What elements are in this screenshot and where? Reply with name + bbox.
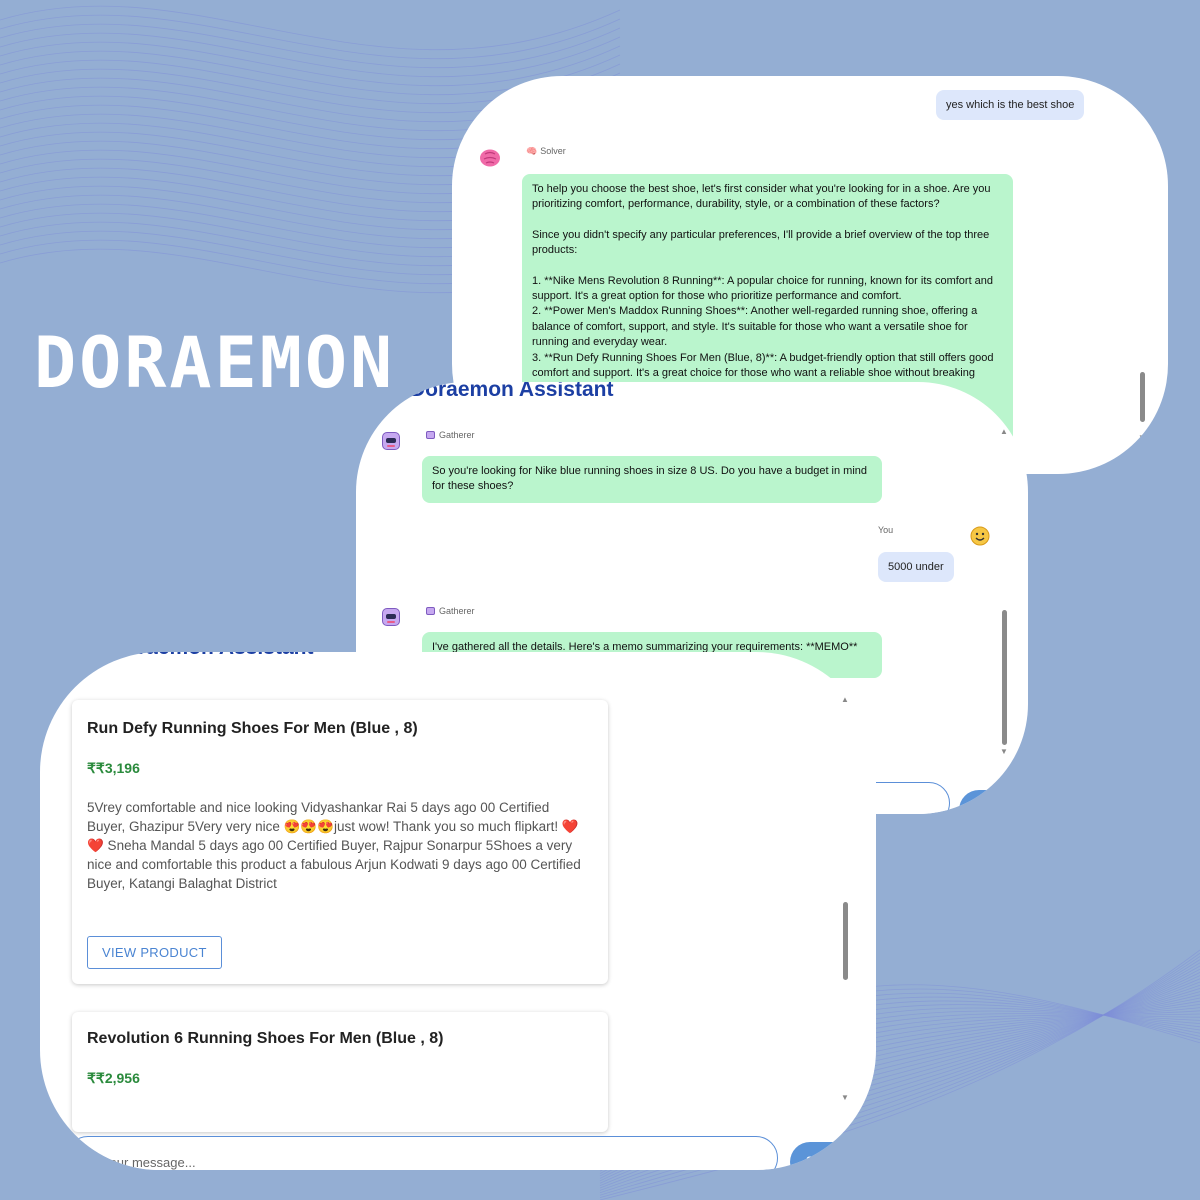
gatherer-message-bubble: So you're looking for Nike blue running … bbox=[422, 456, 882, 503]
scroll-up-arrow[interactable]: ▲ bbox=[1000, 428, 1008, 436]
reply-list-item: 2. **Power Men's Maddox Running Shoes**:… bbox=[532, 305, 978, 349]
panel-title: Doraemon Assistant bbox=[410, 382, 614, 401]
scrollbar-thumb[interactable] bbox=[843, 902, 848, 980]
send-button[interactable]: SEN bbox=[790, 1142, 856, 1170]
robot-mini-icon bbox=[426, 607, 435, 615]
solver-agent-label: 🧠 Solver bbox=[526, 146, 566, 156]
scrollbar-thumb[interactable] bbox=[1140, 372, 1145, 422]
product-price: ₹₹2,956 bbox=[87, 1070, 140, 1086]
product-card: Revolution 6 Running Shoes For Men (Blue… bbox=[72, 1012, 608, 1132]
smiley-icon bbox=[970, 526, 990, 549]
view-product-button[interactable]: VIEW PRODUCT bbox=[87, 936, 222, 969]
panel-title: Doraemon Assistant bbox=[110, 652, 313, 660]
wave-line bbox=[0, 14, 621, 60]
gatherer-agent-label: Gatherer bbox=[426, 430, 475, 440]
user-label: You bbox=[878, 525, 894, 535]
product-name: Revolution 6 Running Shoes For Men (Blue… bbox=[87, 1030, 444, 1047]
scrollbar-thumb[interactable] bbox=[1002, 610, 1007, 745]
reply-paragraph: Since you didn't specify any particular … bbox=[532, 228, 990, 257]
products-scrollbar[interactable]: ▲ ▼ bbox=[841, 696, 851, 1106]
scroll-down-arrow[interactable]: ▼ bbox=[1000, 748, 1008, 756]
products-chat-panel: Doraemon Assistant Run Defy Running Shoe… bbox=[40, 652, 876, 1170]
reply-paragraph: To help you choose the best shoe, let's … bbox=[532, 183, 991, 211]
wave-line bbox=[0, 32, 621, 78]
scroll-down-arrow[interactable]: ▼ bbox=[841, 1094, 849, 1102]
brand-logo-text: DORAEMON bbox=[34, 322, 396, 404]
robot-mini-icon bbox=[426, 431, 435, 439]
solver-scrollbar[interactable]: ▼ bbox=[1138, 366, 1148, 446]
user-message-bubble: 5000 under bbox=[878, 552, 954, 582]
product-card: Run Defy Running Shoes For Men (Blue , 8… bbox=[72, 700, 608, 984]
robot-icon bbox=[382, 432, 400, 450]
reply-list-item: 1. **Nike Mens Revolution 8 Running**: A… bbox=[532, 274, 994, 303]
wave-line bbox=[0, 23, 621, 69]
brain-icon bbox=[479, 148, 501, 172]
wave-line bbox=[0, 5, 621, 51]
product-reviews: 5Vrey comfortable and nice looking Vidya… bbox=[87, 800, 581, 891]
user-message-bubble: yes which is the best shoe bbox=[936, 90, 1085, 120]
gatherer-scrollbar[interactable]: ▲ ▼ bbox=[1000, 428, 1010, 758]
scroll-down-arrow[interactable]: ▼ bbox=[1138, 434, 1146, 442]
scroll-up-arrow[interactable]: ▲ bbox=[841, 696, 849, 704]
message-input[interactable]: pe your message... bbox=[66, 1136, 778, 1170]
gatherer-agent-label: Gatherer bbox=[426, 606, 475, 616]
send-button[interactable]: SEND bbox=[959, 790, 1019, 814]
wave-line bbox=[0, 41, 621, 87]
product-price: ₹₹3,196 bbox=[87, 760, 140, 776]
reply-list-item: 3. **Run Defy Running Shoes For Men (Blu… bbox=[532, 351, 994, 380]
product-name: Run Defy Running Shoes For Men (Blue , 8… bbox=[87, 720, 418, 737]
brain-mini-icon: 🧠 bbox=[526, 146, 538, 156]
robot-icon bbox=[382, 608, 400, 626]
